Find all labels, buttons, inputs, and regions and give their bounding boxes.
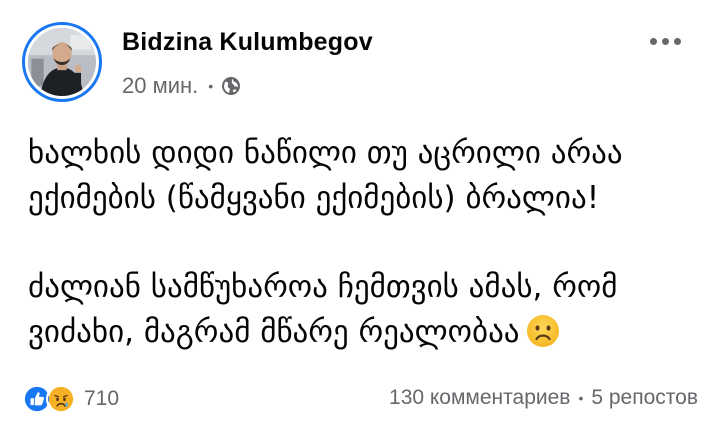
sad-face-emoji [526,314,560,348]
reaction-count: 710 [84,387,120,410]
post-text-line: ხალხის დიდი ნაწილი თუ აცრილი არაა [28,135,623,171]
avatar-photo [28,28,96,96]
comments-link[interactable]: 130 комментариев [389,386,570,410]
engagement-stats: 130 комментариев • 5 репостов [389,386,698,410]
meta-separator: • [208,78,214,94]
more-horizontal-icon[interactable] [650,38,681,45]
post-footer: 710 130 комментариев • 5 репостов [22,384,698,414]
post-meta: 20 мин. • [122,72,241,100]
facebook-post: Bidzina Kulumbegov 20 мин. • ხალხის დიდი… [0,0,720,436]
more-dot [662,38,669,45]
stats-separator: • [578,390,584,406]
globe-icon[interactable] [221,76,241,96]
shares-link[interactable]: 5 репостов [591,386,698,410]
post-text-line: ძალიან სამწუხაროა ჩემთვის ამას, რომ [28,269,618,305]
post-text: ხალხის დიდი ნაწილი თუ აცრილი არაა ექიმებ… [28,131,708,355]
author-name[interactable]: Bidzina Kulumbegov [122,28,373,57]
post-timestamp[interactable]: 20 мин. [122,73,198,99]
reactions-summary[interactable]: 710 [22,384,119,414]
post-paragraph: ძალიან სამწუხაროა ჩემთვის ამას, რომ ვიძა… [28,265,708,355]
avatar[interactable] [22,22,102,102]
post-text-line: ვიძახი, მაგრამ მწარე რეალობაა [28,314,520,350]
more-dot [650,38,657,45]
post-paragraph: ხალხის დიდი ნაწილი თუ აცრილი არაა ექიმებ… [28,131,708,221]
sad-reaction-icon [46,384,76,414]
post-text-line: ექიმების (წამყვანი ექიმების) ბრალია! [28,180,600,216]
more-dot [674,38,681,45]
